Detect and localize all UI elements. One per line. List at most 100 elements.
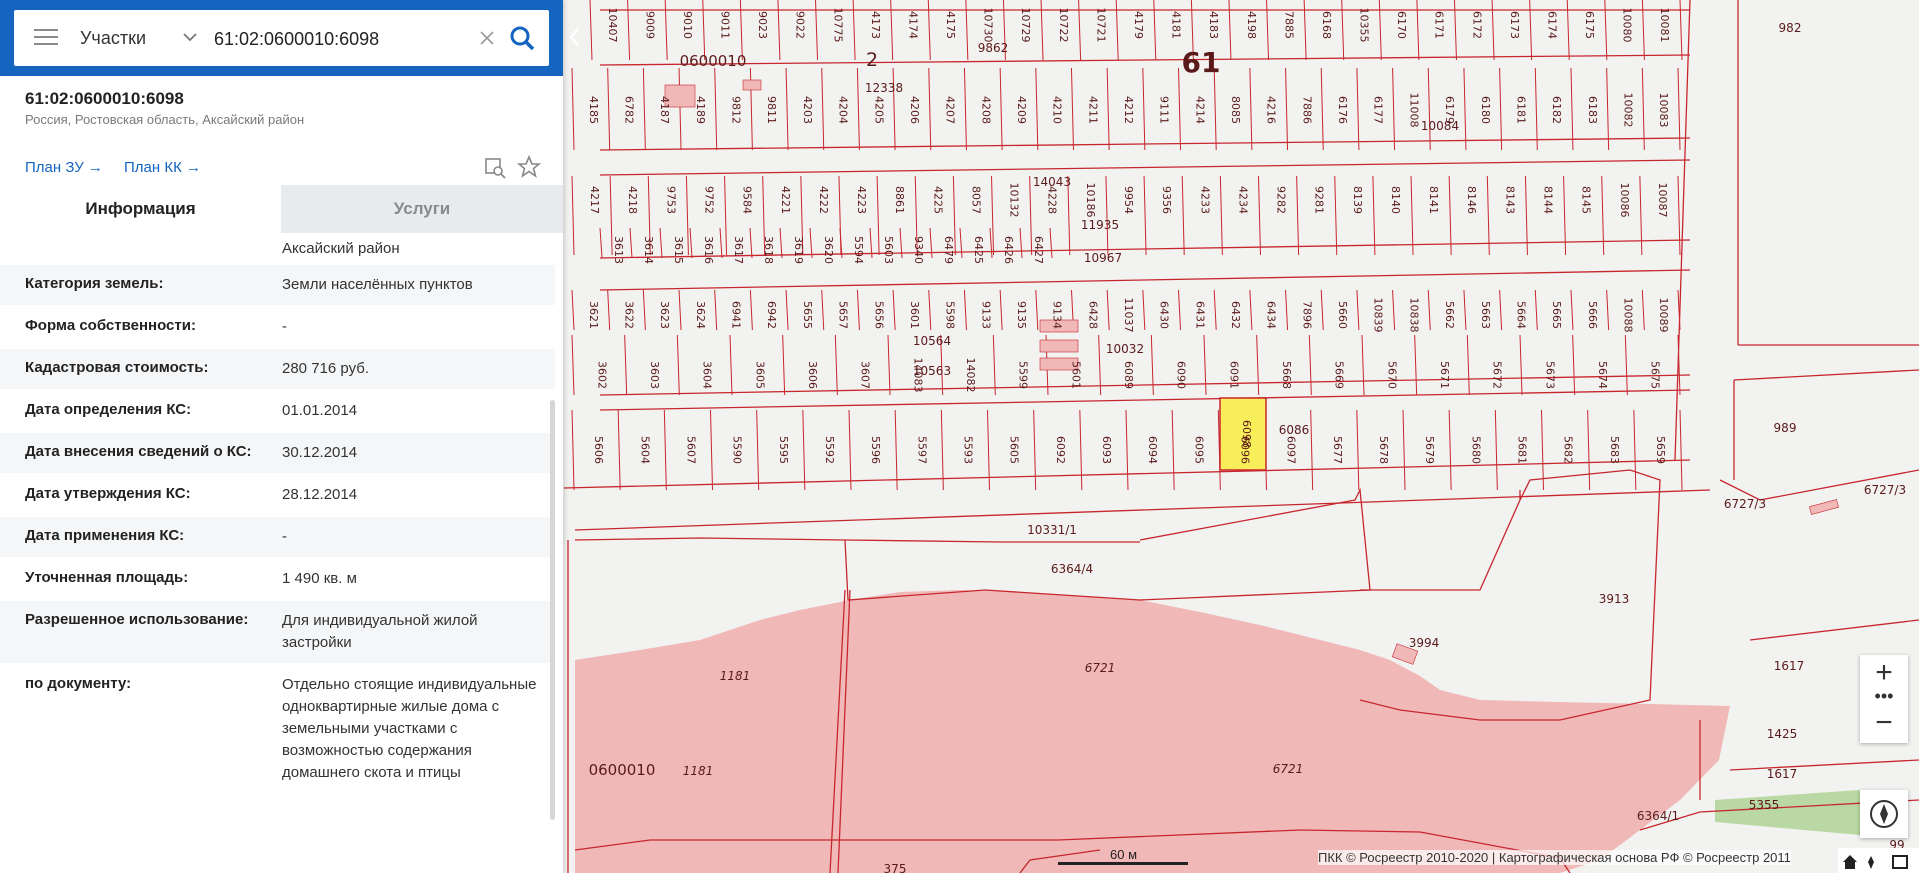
parcel-boundary	[1266, 0, 1270, 61]
attribution: ПКК © Росреестр 2010-2020 | Картографиче…	[1318, 850, 1791, 865]
home-icon[interactable]	[1838, 848, 1919, 873]
parcel-label: 5678	[1377, 436, 1390, 464]
more-button[interactable]: •••	[1860, 687, 1908, 707]
search-icon[interactable]	[508, 24, 536, 52]
parcel-label: 5590	[731, 436, 744, 464]
parcel-label: 3623	[658, 301, 671, 329]
info-value: -	[282, 528, 287, 545]
info-scrollbar[interactable]	[550, 400, 555, 820]
parcel-label: 375	[884, 862, 907, 873]
parcel-label: 10083	[1657, 93, 1670, 128]
info-value: 28.12.2014	[282, 486, 358, 503]
locate-icon	[1868, 856, 1874, 869]
parcel-boundary	[1040, 0, 1044, 61]
parcel-boundary	[1463, 289, 1467, 331]
parcel-label: 6430	[1158, 301, 1171, 329]
parcel-label: 3614	[642, 236, 655, 264]
parcel-label: 1181	[683, 764, 714, 778]
parcel-boundary	[809, 227, 813, 259]
parcel-boundary	[1624, 334, 1628, 396]
tab-info[interactable]: Информация	[0, 185, 281, 233]
parcel-label: 4208	[979, 96, 992, 124]
plan-kk-link[interactable]: План КК →	[124, 159, 201, 176]
parcel-boundary	[1296, 175, 1300, 256]
parcel-boundary	[1361, 334, 1365, 396]
parcel-label: 5592	[823, 436, 836, 464]
parcel-boundary	[928, 289, 932, 331]
parcel-boundary	[1249, 67, 1253, 151]
menu-icon[interactable]	[34, 29, 58, 47]
parcel-label: 6170	[1395, 11, 1408, 39]
parcel-label: 4234	[1236, 186, 1249, 214]
parcel-boundary	[1641, 0, 1645, 61]
parcel-label: 5683	[1608, 436, 1621, 464]
parcel-boundary	[1356, 409, 1360, 491]
chevron-down-icon[interactable]	[182, 31, 198, 43]
parcel-label: 982	[1779, 21, 1802, 35]
parcel-label: 9753	[664, 186, 677, 214]
parcel-label: 5675	[1649, 361, 1662, 389]
selected-parcel-label: 6098	[1240, 420, 1253, 448]
parcel-label: 10730	[982, 8, 995, 43]
info-row-area: Уточненная площадь: 1 490 кв. м	[0, 559, 555, 599]
parcel-label: 4189	[694, 96, 707, 124]
parcel-label: 9752	[702, 186, 715, 214]
parcel-boundary	[927, 0, 931, 61]
parcel-label: 5604	[638, 436, 651, 464]
parcel-boundary	[1677, 175, 1681, 256]
parcel-boundary	[1049, 227, 1053, 259]
favorite-star-icon[interactable]	[517, 155, 541, 179]
parcel-label: 10087	[1656, 183, 1669, 218]
parcel-label: 4210	[1051, 96, 1064, 124]
tab-services[interactable]: Услуги	[281, 185, 563, 233]
parcel-label: 8143	[1503, 186, 1516, 214]
parcel-boundary	[892, 289, 896, 331]
parcel-label: 5655	[801, 301, 814, 329]
parcel-boundary	[1566, 0, 1570, 61]
plan-zu-link[interactable]: План ЗУ →	[25, 159, 103, 176]
parcel-label: 6426	[1002, 236, 1015, 264]
parcel-boundary	[1448, 409, 1452, 491]
parcel-label: 6180	[1479, 96, 1492, 124]
parcel-label: 10132	[1008, 183, 1021, 218]
parcel-label: 3994	[1409, 636, 1440, 650]
parcel-label: 5662	[1443, 301, 1456, 329]
parcel-boundary	[1494, 409, 1498, 491]
parcel-label: 14043	[1033, 175, 1071, 189]
parcel-boundary	[1070, 67, 1074, 151]
parcel-label: 5596	[869, 436, 882, 464]
parcel-boundary	[1416, 0, 1420, 61]
parcel-label: 4187	[658, 96, 671, 124]
parcel-label: 5659	[1654, 436, 1667, 464]
search-input[interactable]	[212, 10, 476, 68]
parcel-boundary	[1105, 175, 1109, 256]
parcel-label: 10563	[913, 364, 951, 378]
scale-label: 60 м	[1110, 847, 1138, 862]
zoom-to-object-icon[interactable]	[483, 155, 507, 179]
parcel-boundary	[676, 334, 680, 396]
compass-button[interactable]	[1860, 790, 1908, 838]
parcel-boundary	[749, 227, 753, 259]
parcel-label: 4173	[869, 11, 882, 39]
parcel-label: 6091	[1227, 361, 1240, 389]
parcel-boundary	[571, 289, 575, 331]
parcel-label: 4222	[817, 186, 830, 214]
parcel-label: 5606	[592, 436, 605, 464]
parcel-boundary	[729, 334, 733, 396]
parcel-boundary	[1601, 175, 1605, 256]
clear-icon[interactable]	[477, 28, 497, 48]
parcel-label: 10967	[1084, 251, 1122, 265]
zoom-out-button[interactable]: −	[1860, 707, 1908, 743]
collapse-sidebar-icon[interactable]	[568, 25, 582, 49]
parcel-boundary	[642, 289, 646, 331]
parcel-label: 6089	[1122, 361, 1135, 389]
parcel-boundary	[1285, 67, 1289, 151]
info-value: Отдельно стоящие индивидуальные одноквар…	[282, 676, 537, 781]
parcel-label: 1617	[1774, 659, 1805, 673]
parcel-label: 6095	[1192, 436, 1205, 464]
parcel-label: 3601	[908, 301, 921, 329]
parcel-label: 7885	[1282, 11, 1295, 39]
parcel-boundary	[1606, 67, 1610, 151]
parcel-label: 10032	[1106, 342, 1144, 356]
parcel-boundary	[1125, 409, 1129, 491]
